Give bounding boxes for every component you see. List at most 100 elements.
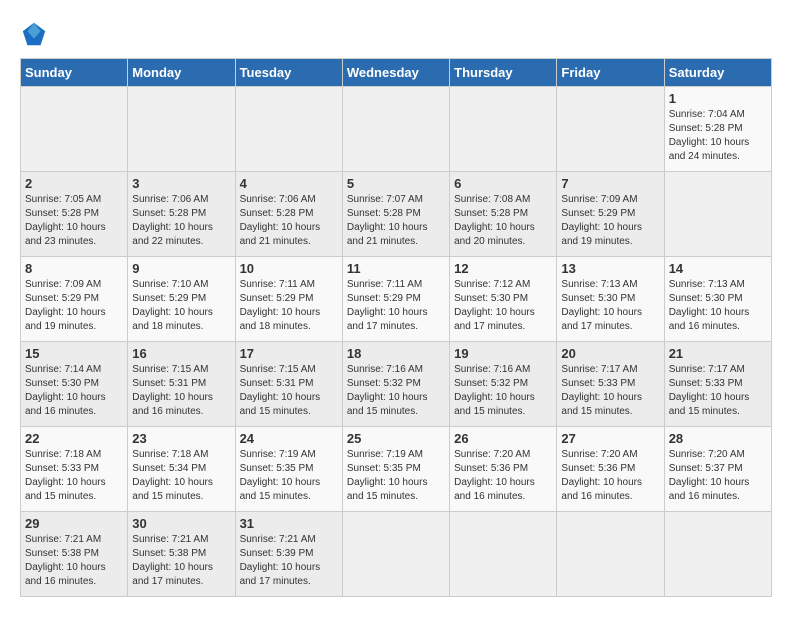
header-day-monday: Monday: [128, 59, 235, 87]
day-cell-30: 30 Sunrise: 7:21 AMSunset: 5:38 PMDayligh…: [128, 512, 235, 597]
day-info: Sunrise: 7:21 AMSunset: 5:38 PMDaylight:…: [25, 533, 123, 589]
calendar-week-3: 8 Sunrise: 7:09 AMSunset: 5:29 PMDaylight…: [21, 257, 772, 342]
day-info: Sunrise: 7:06 AMSunset: 5:28 PMDaylight:…: [132, 193, 230, 249]
day-cell-20: 20 Sunrise: 7:17 AMSunset: 5:33 PMDayligh…: [557, 342, 664, 427]
day-number: 23: [132, 431, 230, 446]
day-number: 25: [347, 431, 445, 446]
day-number: 28: [669, 431, 767, 446]
day-cell-21: 21Sunrise: 7:17 AMSunset: 5:33 PMDayligh…: [664, 342, 771, 427]
day-number: 24: [240, 431, 338, 446]
header-day-friday: Friday: [557, 59, 664, 87]
empty-cell: [21, 87, 128, 172]
day-info: Sunrise: 7:20 AMSunset: 5:36 PMDaylight:…: [454, 448, 552, 504]
day-info: Sunrise: 7:09 AMSunset: 5:29 PMDaylight:…: [561, 193, 659, 249]
day-cell-29: 29 Sunrise: 7:21 AMSunset: 5:38 PMDayligh…: [21, 512, 128, 597]
day-cell-4: 4Sunrise: 7:06 AMSunset: 5:28 PMDaylight…: [235, 172, 342, 257]
day-number: 2: [25, 176, 123, 191]
day-number: 18: [347, 346, 445, 361]
day-cell-27: 27 Sunrise: 7:20 AMSunset: 5:36 PMDayligh…: [557, 427, 664, 512]
day-cell-1: 1 Sunrise: 7:04 AMSunset: 5:28 PMDaylight…: [664, 87, 771, 172]
day-info: Sunrise: 7:18 AMSunset: 5:33 PMDaylight:…: [25, 448, 123, 504]
day-number: 1: [669, 91, 767, 106]
day-cell-8: 8 Sunrise: 7:09 AMSunset: 5:29 PMDaylight…: [21, 257, 128, 342]
day-info: Sunrise: 7:06 AMSunset: 5:28 PMDaylight:…: [240, 193, 338, 249]
day-number: 8: [25, 261, 123, 276]
day-info: Sunrise: 7:21 AMSunset: 5:39 PMDaylight:…: [240, 533, 338, 589]
empty-cell: [557, 87, 664, 172]
day-info: Sunrise: 7:11 AMSunset: 5:29 PMDaylight:…: [240, 278, 338, 334]
empty-cell: [128, 87, 235, 172]
day-info: Sunrise: 7:15 AMSunset: 5:31 PMDaylight:…: [240, 363, 338, 419]
calendar-week-5: 22 Sunrise: 7:18 AMSunset: 5:33 PMDayligh…: [21, 427, 772, 512]
day-number: 10: [240, 261, 338, 276]
day-info: Sunrise: 7:20 AMSunset: 5:36 PMDaylight:…: [561, 448, 659, 504]
day-cell-3: 3Sunrise: 7:06 AMSunset: 5:28 PMDaylight…: [128, 172, 235, 257]
day-cell-22: 22 Sunrise: 7:18 AMSunset: 5:33 PMDayligh…: [21, 427, 128, 512]
day-number: 16: [132, 346, 230, 361]
day-info: Sunrise: 7:20 AMSunset: 5:37 PMDaylight:…: [669, 448, 767, 504]
day-number: 17: [240, 346, 338, 361]
day-cell-6: 6Sunrise: 7:08 AMSunset: 5:28 PMDaylight…: [450, 172, 557, 257]
calendar-week-2: 2 Sunrise: 7:05 AMSunset: 5:28 PMDaylight…: [21, 172, 772, 257]
day-info: Sunrise: 7:21 AMSunset: 5:38 PMDaylight:…: [132, 533, 230, 589]
day-info: Sunrise: 7:19 AMSunset: 5:35 PMDaylight:…: [240, 448, 338, 504]
day-cell-17: 17 Sunrise: 7:15 AMSunset: 5:31 PMDayligh…: [235, 342, 342, 427]
day-number: 5: [347, 176, 445, 191]
day-cell-18: 18 Sunrise: 7:16 AMSunset: 5:32 PMDayligh…: [342, 342, 449, 427]
day-number: 30: [132, 516, 230, 531]
calendar-week-1: 1 Sunrise: 7:04 AMSunset: 5:28 PMDaylight…: [21, 87, 772, 172]
day-number: 27: [561, 431, 659, 446]
header-day-saturday: Saturday: [664, 59, 771, 87]
header-day-thursday: Thursday: [450, 59, 557, 87]
calendar-header: SundayMondayTuesdayWednesdayThursdayFrid…: [21, 59, 772, 87]
day-cell-5: 5Sunrise: 7:07 AMSunset: 5:28 PMDaylight…: [342, 172, 449, 257]
empty-cell: [557, 512, 664, 597]
day-cell-15: 15 Sunrise: 7:14 AMSunset: 5:30 PMDayligh…: [21, 342, 128, 427]
day-cell-9: 9Sunrise: 7:10 AMSunset: 5:29 PMDaylight…: [128, 257, 235, 342]
day-cell-28: 28 Sunrise: 7:20 AMSunset: 5:37 PMDayligh…: [664, 427, 771, 512]
calendar-table: SundayMondayTuesdayWednesdayThursdayFrid…: [20, 58, 772, 597]
calendar-body: 1 Sunrise: 7:04 AMSunset: 5:28 PMDaylight…: [21, 87, 772, 597]
day-cell-25: 25 Sunrise: 7:19 AMSunset: 5:35 PMDayligh…: [342, 427, 449, 512]
day-info: Sunrise: 7:16 AMSunset: 5:32 PMDaylight:…: [347, 363, 445, 419]
day-cell-24: 24 Sunrise: 7:19 AMSunset: 5:35 PMDayligh…: [235, 427, 342, 512]
day-info: Sunrise: 7:04 AMSunset: 5:28 PMDaylight:…: [669, 108, 767, 164]
day-cell-14: 14Sunrise: 7:13 AMSunset: 5:30 PMDayligh…: [664, 257, 771, 342]
day-info: Sunrise: 7:14 AMSunset: 5:30 PMDaylight:…: [25, 363, 123, 419]
day-cell-26: 26 Sunrise: 7:20 AMSunset: 5:36 PMDayligh…: [450, 427, 557, 512]
day-info: Sunrise: 7:13 AMSunset: 5:30 PMDaylight:…: [561, 278, 659, 334]
day-info: Sunrise: 7:17 AMSunset: 5:33 PMDaylight:…: [561, 363, 659, 419]
day-number: 7: [561, 176, 659, 191]
day-info: Sunrise: 7:13 AMSunset: 5:30 PMDaylight:…: [669, 278, 767, 334]
day-number: 26: [454, 431, 552, 446]
logo-icon: [20, 20, 48, 48]
day-info: Sunrise: 7:16 AMSunset: 5:32 PMDaylight:…: [454, 363, 552, 419]
header-day-tuesday: Tuesday: [235, 59, 342, 87]
day-info: Sunrise: 7:17 AMSunset: 5:33 PMDaylight:…: [669, 363, 767, 419]
logo: [20, 20, 52, 48]
header: [20, 20, 772, 48]
day-number: 6: [454, 176, 552, 191]
day-number: 20: [561, 346, 659, 361]
day-info: Sunrise: 7:09 AMSunset: 5:29 PMDaylight:…: [25, 278, 123, 334]
day-info: Sunrise: 7:05 AMSunset: 5:28 PMDaylight:…: [25, 193, 123, 249]
day-number: 13: [561, 261, 659, 276]
empty-cell: [342, 87, 449, 172]
day-number: 29: [25, 516, 123, 531]
day-cell-23: 23 Sunrise: 7:18 AMSunset: 5:34 PMDayligh…: [128, 427, 235, 512]
day-info: Sunrise: 7:15 AMSunset: 5:31 PMDaylight:…: [132, 363, 230, 419]
day-info: Sunrise: 7:10 AMSunset: 5:29 PMDaylight:…: [132, 278, 230, 334]
empty-cell: [664, 172, 771, 257]
day-number: 19: [454, 346, 552, 361]
day-cell-11: 11Sunrise: 7:11 AMSunset: 5:29 PMDayligh…: [342, 257, 449, 342]
day-info: Sunrise: 7:11 AMSunset: 5:29 PMDaylight:…: [347, 278, 445, 334]
day-info: Sunrise: 7:18 AMSunset: 5:34 PMDaylight:…: [132, 448, 230, 504]
empty-cell: [342, 512, 449, 597]
day-cell-7: 7 Sunrise: 7:09 AMSunset: 5:29 PMDaylight…: [557, 172, 664, 257]
day-cell-12: 12Sunrise: 7:12 AMSunset: 5:30 PMDayligh…: [450, 257, 557, 342]
day-number: 15: [25, 346, 123, 361]
day-info: Sunrise: 7:19 AMSunset: 5:35 PMDaylight:…: [347, 448, 445, 504]
day-number: 22: [25, 431, 123, 446]
empty-cell: [664, 512, 771, 597]
empty-cell: [235, 87, 342, 172]
